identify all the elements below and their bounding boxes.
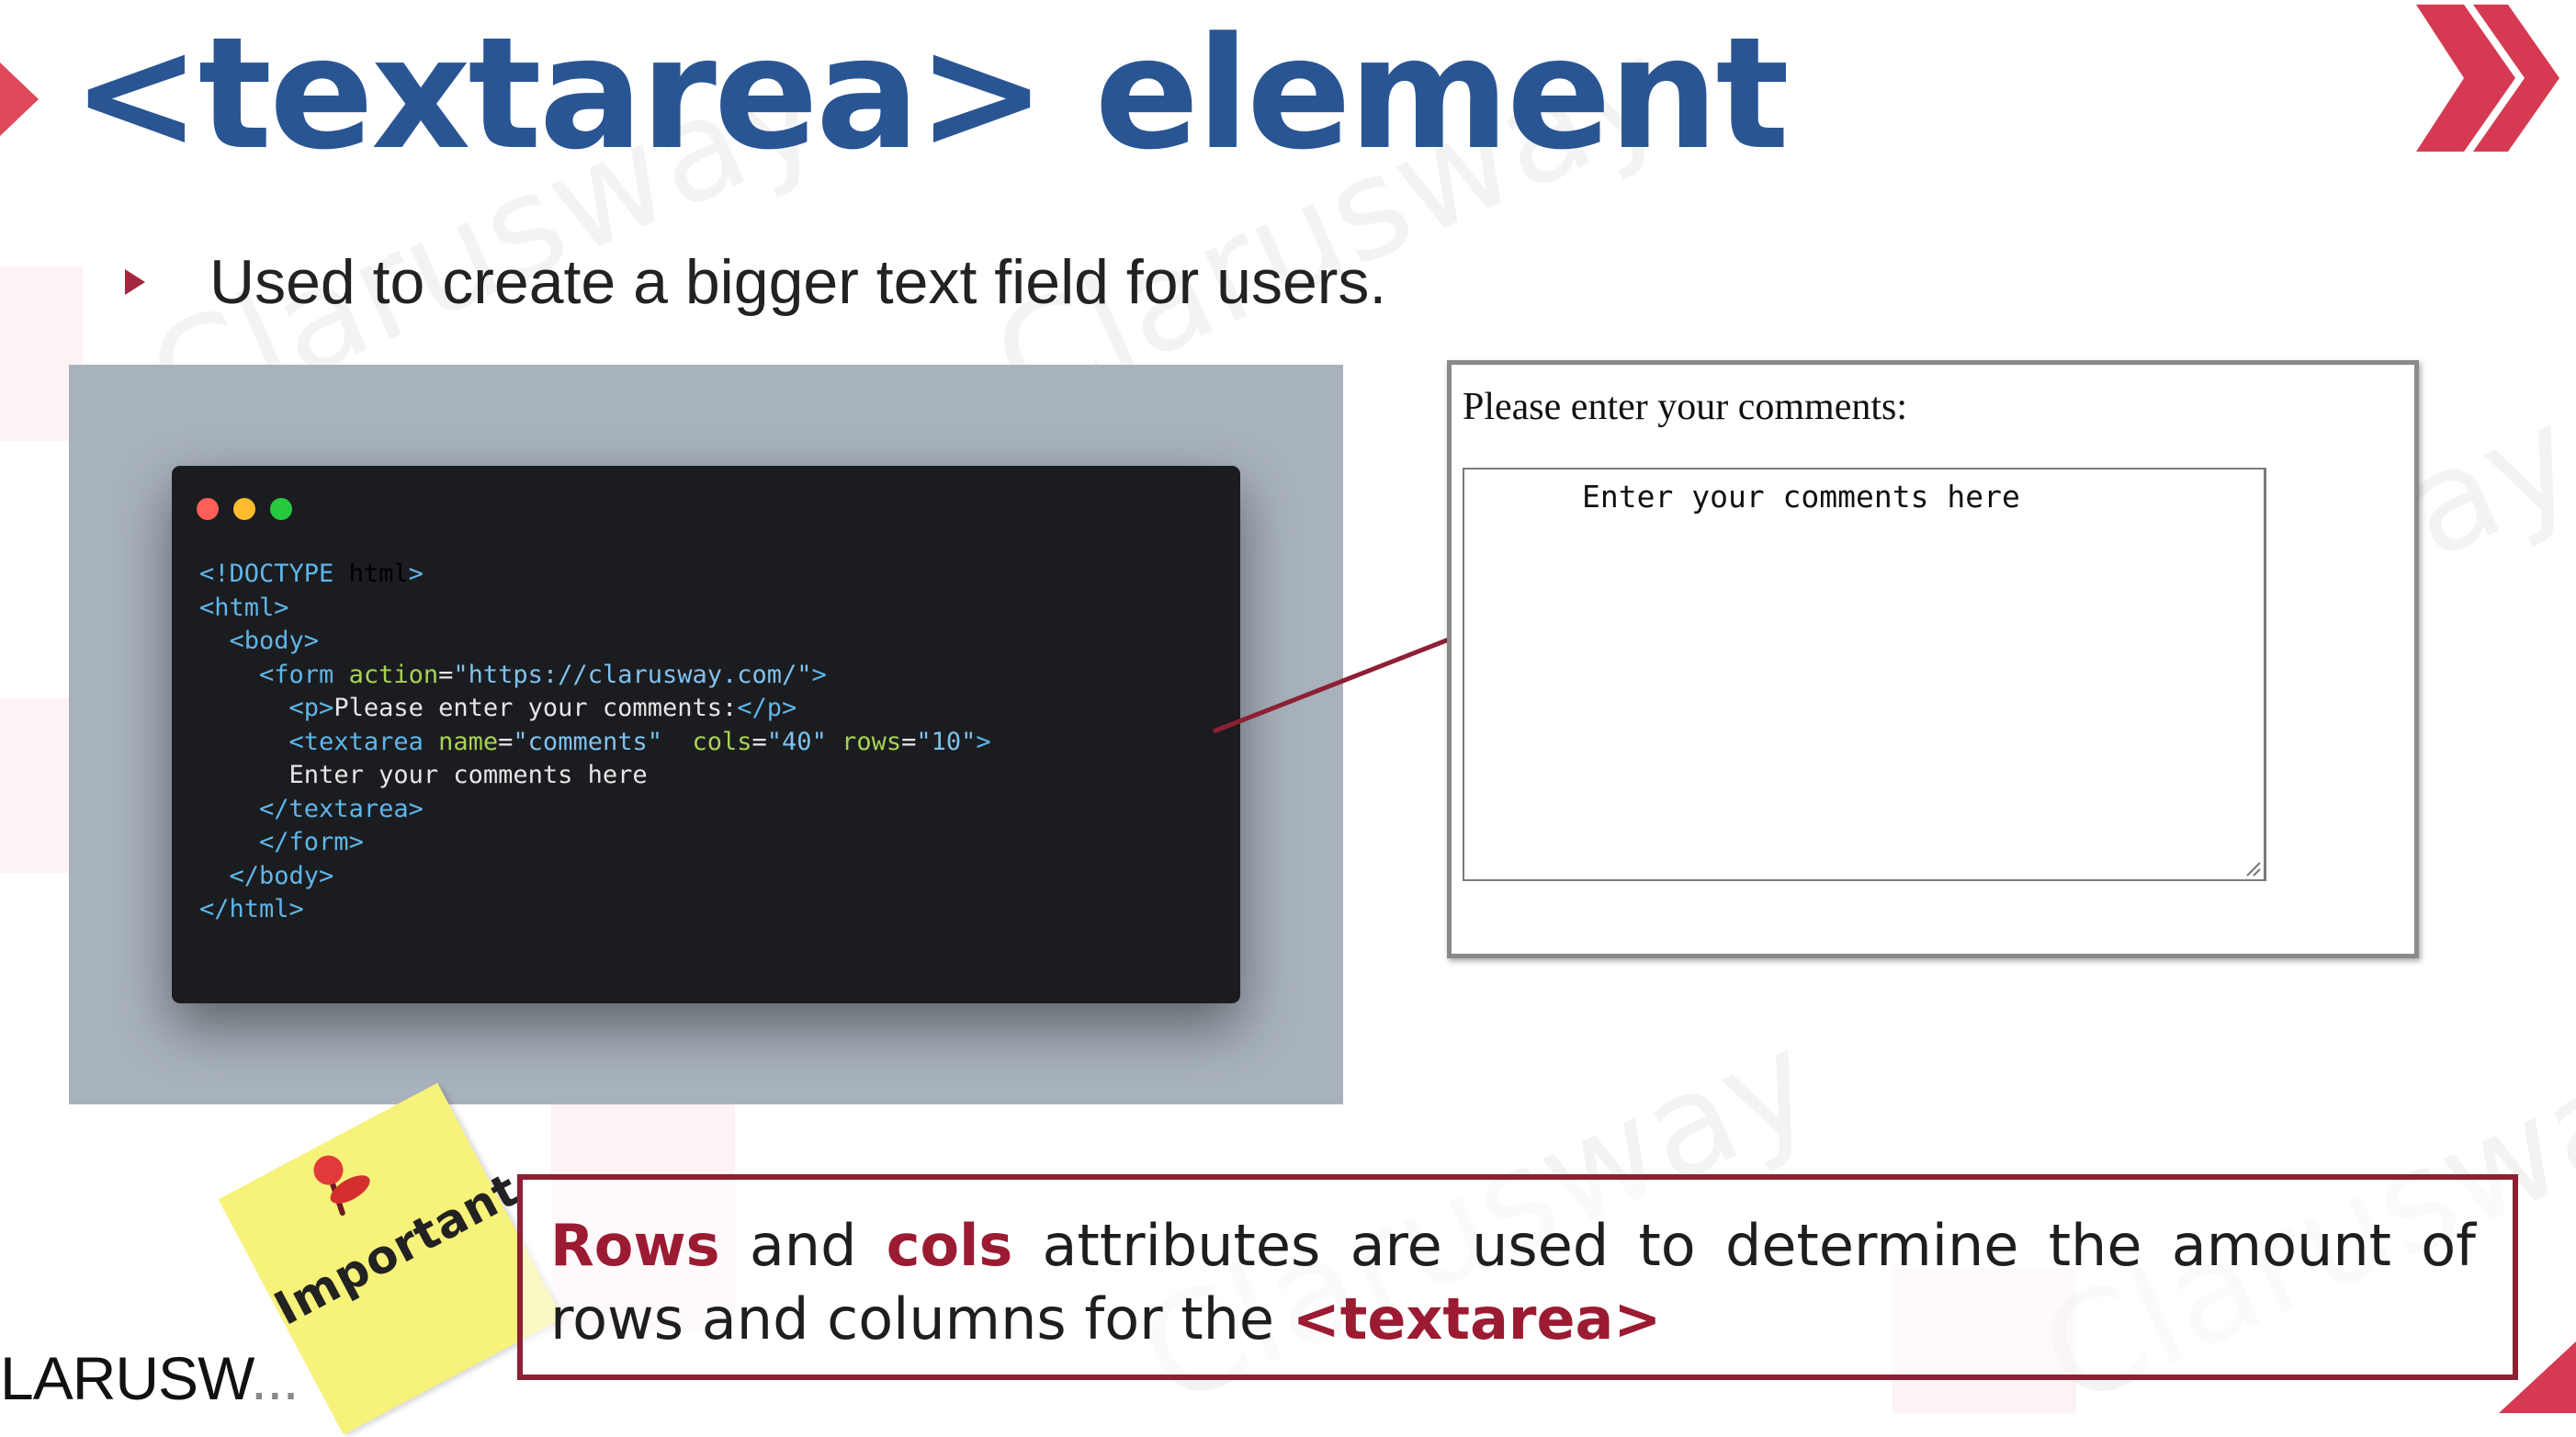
window-minimize-dot-icon (233, 498, 255, 520)
slide-arrow-icon (0, 62, 39, 136)
footer-logo-text: LARUSW (0, 1344, 252, 1412)
highlight-keyword: <textarea> (1292, 1285, 1662, 1352)
preview-label: Please enter your comments: (1463, 386, 1908, 428)
corner-accent-icon (2499, 1341, 2576, 1413)
code-block: <!DOCTYPE html> <html> <body> <form acti… (199, 560, 991, 923)
resize-grip-icon[interactable] (2243, 859, 2262, 877)
connector-line (1213, 637, 1450, 734)
info-text-segment: and (719, 1212, 887, 1279)
info-text: Rows and cols attributes are used to det… (550, 1209, 2476, 1356)
bullet-item: Used to create a bigger text field for u… (125, 246, 1386, 318)
window-close-dot-icon (197, 498, 219, 520)
footer-logo: LARUSW... (0, 1343, 299, 1413)
info-callout: Rows and cols attributes are used to det… (517, 1174, 2518, 1380)
window-maximize-dot-icon (270, 498, 292, 520)
bullet-marker-icon (125, 269, 145, 295)
bullet-text: Used to create a bigger text field for u… (209, 247, 1387, 317)
highlight-keyword: Rows (550, 1212, 720, 1279)
highlight-keyword: cols (886, 1212, 1013, 1279)
code-window: <!DOCTYPE html> <html> <body> <form acti… (172, 466, 1240, 1003)
textarea-value: Enter your comments here (1582, 479, 2020, 515)
comments-textarea[interactable]: Enter your comments here (1463, 468, 2266, 881)
browser-preview: Please enter your comments: Enter your c… (1447, 360, 2419, 958)
footer-logo-fade: ... (250, 1344, 299, 1412)
chevron-logo-icon (2416, 5, 2559, 152)
slide-title: <textarea> element (72, 4, 1790, 184)
